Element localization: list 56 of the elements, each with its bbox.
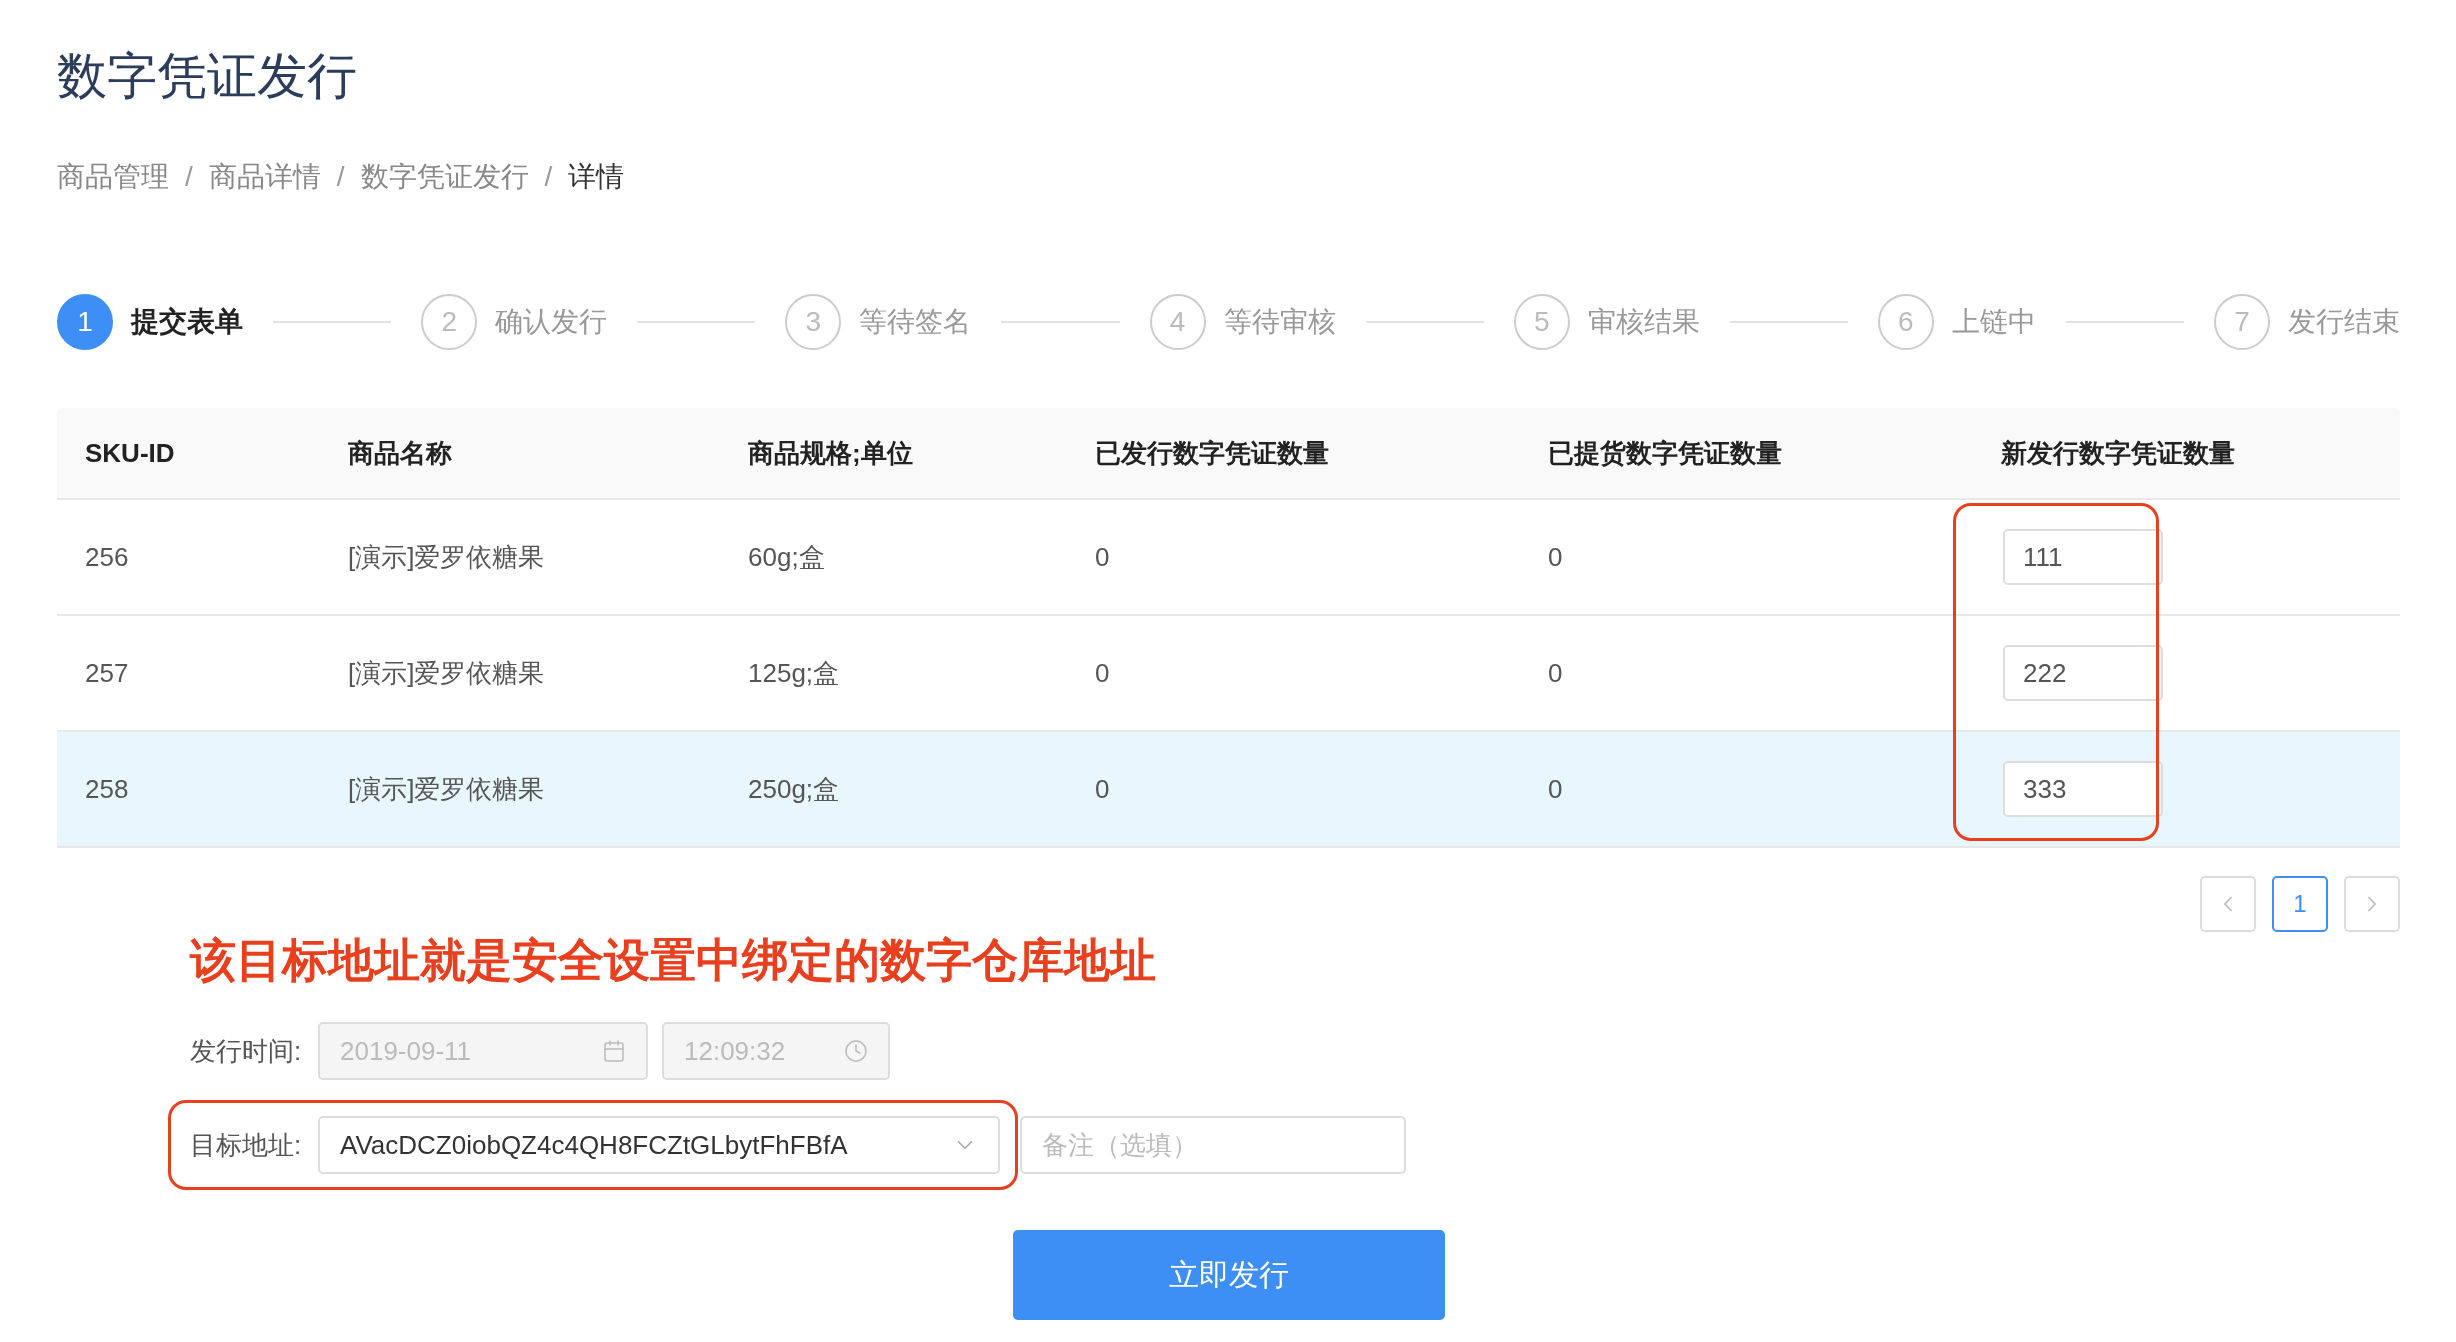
table-cell-text: 125g;盒 xyxy=(747,656,841,690)
quantity-input[interactable]: 222 xyxy=(2003,645,2163,701)
note-input[interactable]: 备注（选填） xyxy=(1020,1116,1406,1174)
calendar-icon xyxy=(602,1039,626,1063)
clock-icon xyxy=(844,1039,868,1063)
column-header: 已发行数字凭证数量 xyxy=(1094,436,1330,470)
annotation-text: 该目标地址就是安全设置中绑定的数字仓库地址 xyxy=(190,933,1156,988)
column-header: 商品规格;单位 xyxy=(747,436,914,470)
step-label: 确认发行 xyxy=(495,305,608,339)
field-label: 发行时间: xyxy=(190,1034,303,1068)
table-cell-text: 0 xyxy=(1094,540,1111,574)
breadcrumb-separator: / xyxy=(336,161,345,193)
field-label: 目标地址: xyxy=(190,1128,303,1162)
table-row[interactable]: 258 [演示]爱罗依糖果 250g;盒 0 0 333 xyxy=(57,732,2400,848)
breadcrumb-item[interactable]: 数字凭证发行 xyxy=(360,158,529,196)
step-number: 4 xyxy=(1149,294,1206,350)
page-title: 数字凭证发行 xyxy=(57,47,358,106)
table-cell-text: 0 xyxy=(1094,656,1111,690)
table-cell-text: 256 xyxy=(84,540,130,574)
breadcrumb-item[interactable]: 商品详情 xyxy=(208,158,321,196)
breadcrumb-item[interactable]: 商品管理 xyxy=(57,158,169,196)
quantity-input[interactable]: 333 xyxy=(2003,761,2163,817)
step-label: 提交表单 xyxy=(131,305,243,339)
table-cell-text: 60g;盒 xyxy=(747,540,826,574)
next-page-button[interactable] xyxy=(2344,876,2400,932)
table-cell-text: [演示]爱罗依糖果 xyxy=(347,540,546,574)
column-header: 已提货数字凭证数量 xyxy=(1547,436,1783,470)
prev-page-button[interactable] xyxy=(2200,876,2256,932)
breadcrumb-item: 详情 xyxy=(568,160,625,194)
step-label: 审核结果 xyxy=(1587,305,1700,339)
address-select[interactable]: AVacDCZ0iobQZ4c4QH8FCZtGLbytFhFBfA xyxy=(318,1116,1000,1174)
step-number: 5 xyxy=(1513,294,1570,350)
step-label: 发行结束 xyxy=(2288,305,2401,339)
table-cell-text: [演示]爱罗依糖果 xyxy=(347,656,546,690)
breadcrumb-separator: / xyxy=(544,161,553,193)
column-header: SKU-ID xyxy=(84,436,176,470)
table-cell-text: 257 xyxy=(84,656,130,690)
table-cell-text: 0 xyxy=(1094,772,1111,806)
step-number: 1 xyxy=(57,294,113,350)
breadcrumb-separator: / xyxy=(185,161,193,193)
step-number: 3 xyxy=(785,294,842,350)
table-cell-text: 258 xyxy=(84,772,130,806)
step-label: 等待签名 xyxy=(859,305,972,339)
step-number: 2 xyxy=(421,294,478,350)
column-header: 新发行数字凭证数量 xyxy=(2000,436,2236,470)
step-number: 7 xyxy=(2214,294,2271,350)
step-label: 等待审核 xyxy=(1223,305,1336,339)
step-label: 上链中 xyxy=(1951,305,2036,339)
table-cell-text: 0 xyxy=(1547,656,1564,690)
table-cell-text: 0 xyxy=(1547,540,1564,574)
quantity-input[interactable]: 111 xyxy=(2003,529,2163,585)
table-cell-text: 0 xyxy=(1547,772,1564,806)
step-number: 6 xyxy=(1877,294,1934,350)
table-cell-text: [演示]爱罗依糖果 xyxy=(347,772,546,806)
column-header: 商品名称 xyxy=(347,436,453,470)
table-cell-text: 250g;盒 xyxy=(747,772,841,806)
